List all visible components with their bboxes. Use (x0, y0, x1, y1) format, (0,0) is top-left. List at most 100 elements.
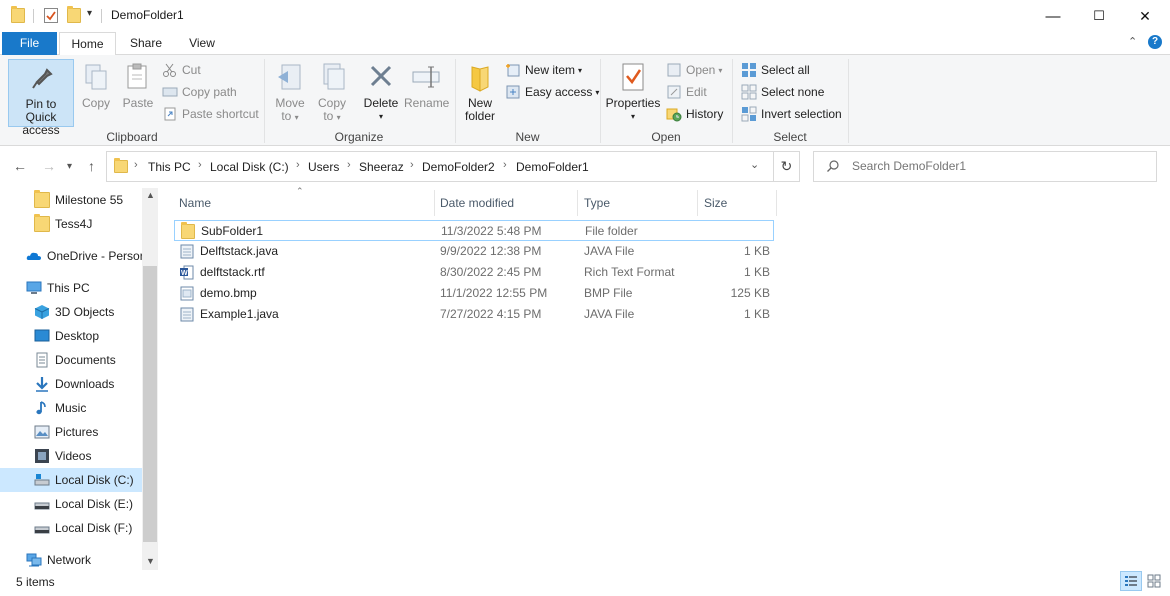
maximize-button[interactable]: ☐ (1076, 0, 1122, 32)
breadcrumb-separator-icon[interactable]: › (410, 159, 414, 171)
search-icon (826, 159, 840, 176)
properties-check-icon[interactable] (44, 8, 58, 23)
nav-item-music[interactable]: Music (0, 396, 142, 420)
pin-to-quick-access-button[interactable]: Pin to Quick access (8, 59, 74, 137)
rename-button[interactable]: Rename (404, 59, 449, 127)
nav-item-milestone-55[interactable]: Milestone 55 (0, 188, 142, 212)
nav-item-pictures[interactable]: Pictures (0, 420, 142, 444)
scroll-up-icon[interactable]: ▲ (146, 190, 155, 200)
collapse-ribbon-icon[interactable]: ⌃ (1128, 35, 1137, 48)
videos-icon (34, 448, 50, 464)
nav-item-3d-objects[interactable]: 3D Objects (0, 300, 142, 324)
nav-item-local-disk-f[interactable]: Local Disk (F:) (0, 516, 142, 540)
new-folder-icon[interactable] (67, 6, 81, 23)
breadcrumb-this-pc[interactable]: This PC (148, 160, 191, 174)
refresh-button[interactable]: ↻ (774, 151, 800, 182)
breadcrumb-demofolder2[interactable]: DemoFolder2 (422, 160, 495, 174)
copy-to-button[interactable]: Copy to ▾ (314, 59, 350, 127)
tab-file[interactable]: File (2, 32, 57, 55)
nav-item-downloads[interactable]: Downloads (0, 372, 142, 396)
nav-item-network[interactable]: Network (0, 548, 142, 572)
new-folder-button[interactable]: New folder (461, 59, 499, 127)
copy-button[interactable]: Copy (78, 59, 114, 127)
forward-arrow-icon[interactable]: → (42, 158, 56, 174)
nav-item-this-pc[interactable]: This PC (0, 276, 142, 300)
nav-item-local-disk-c[interactable]: Local Disk (C:) (0, 468, 142, 492)
search-input[interactable] (850, 158, 1140, 174)
select-none-button[interactable]: Select none (741, 82, 824, 102)
address-bar[interactable]: › This PC › Local Disk (C:) › Users › Sh… (106, 151, 774, 182)
properties-button[interactable]: Properties ▾ (605, 59, 661, 127)
up-arrow-icon[interactable]: ↑ (88, 158, 95, 174)
folder-icon (181, 222, 195, 239)
3d-objects-icon (34, 304, 50, 320)
column-divider[interactable] (577, 190, 578, 216)
pictures-icon (34, 424, 50, 440)
close-button[interactable]: ✕ (1122, 0, 1168, 32)
tab-view[interactable]: View (178, 32, 226, 55)
breadcrumb-separator-icon[interactable]: › (347, 159, 351, 171)
paste-label: Paste (122, 96, 154, 110)
nav-item-label: 3D Objects (55, 305, 115, 319)
select-all-button[interactable]: Select all (741, 60, 810, 80)
documents-icon (34, 352, 50, 368)
edit-icon (666, 84, 682, 100)
scrollbar-thumb[interactable] (143, 266, 157, 542)
nav-item-documents[interactable]: Documents (0, 348, 142, 372)
breadcrumb-users[interactable]: Users (308, 160, 339, 174)
breadcrumb-local-disk-c[interactable]: Local Disk (C:) (210, 160, 289, 174)
edit-button[interactable]: Edit (666, 82, 707, 102)
breadcrumb-sheeraz[interactable]: Sheeraz (359, 160, 404, 174)
new-item-button[interactable]: New item ▾ (505, 60, 582, 80)
ribbon: Pin to Quick access Copy Paste Cut Copy … (0, 55, 1170, 146)
file-row[interactable]: Example1.java 7/27/2022 4:15 PM JAVA Fil… (174, 304, 774, 325)
recent-locations-chevron-icon[interactable]: ▾ (67, 161, 72, 172)
nav-item-videos[interactable]: Videos (0, 444, 142, 468)
column-header-size[interactable]: Size (704, 190, 774, 216)
column-header-name[interactable]: Name (179, 190, 434, 216)
nav-item-onedrive[interactable]: OneDrive - Persor (0, 244, 142, 268)
nav-item-local-disk-e[interactable]: Local Disk (E:) (0, 492, 142, 516)
column-divider[interactable] (697, 190, 698, 216)
file-row[interactable]: demo.bmp 11/1/2022 12:55 PM BMP File 125… (174, 283, 774, 304)
file-row[interactable]: SubFolder1 11/3/2022 5:48 PM File folder (174, 220, 774, 241)
address-history-chevron-icon[interactable]: ⌄ (750, 158, 759, 171)
minimize-button[interactable]: — (1030, 0, 1076, 32)
column-divider[interactable] (776, 190, 777, 216)
invert-selection-button[interactable]: Invert selection (741, 104, 842, 124)
nav-item-desktop[interactable]: Desktop (0, 324, 142, 348)
move-to-button[interactable]: Move to ▾ (272, 59, 308, 127)
history-button[interactable]: History (666, 104, 723, 124)
breadcrumb-separator-icon[interactable]: › (503, 159, 507, 171)
open-button[interactable]: Open ▾ (666, 60, 722, 80)
copy-to-label-2: to ▾ (314, 110, 350, 124)
column-divider[interactable] (434, 190, 435, 216)
tab-home[interactable]: Home (59, 32, 116, 56)
file-date: 7/27/2022 4:15 PM (440, 307, 542, 321)
scroll-down-icon[interactable]: ▼ (146, 556, 155, 566)
tab-share[interactable]: Share (122, 32, 170, 55)
breadcrumb-separator-icon[interactable]: › (296, 159, 300, 171)
file-row[interactable]: Delftstack.java 9/9/2022 12:38 PM JAVA F… (174, 241, 774, 262)
breadcrumb-separator-icon[interactable]: › (198, 159, 202, 171)
select-group-label: Select (773, 130, 807, 144)
history-label: History (686, 107, 724, 121)
copy-path-button[interactable]: Copy path (162, 82, 237, 102)
easy-access-button[interactable]: Easy access ▾ (505, 82, 599, 102)
column-header-date-modified[interactable]: Date modified (440, 190, 576, 216)
search-box[interactable] (813, 151, 1157, 182)
file-row[interactable]: W delftstack.rtf 8/30/2022 2:45 PM Rich … (174, 262, 774, 283)
details-view-button[interactable] (1120, 571, 1142, 591)
back-arrow-icon[interactable]: ← (13, 158, 27, 174)
paste-shortcut-button[interactable]: Paste shortcut (162, 104, 259, 124)
file-type: Rich Text Format (584, 265, 675, 279)
nav-item-tess4j[interactable]: Tess4J (0, 212, 142, 236)
paste-button[interactable]: Paste (120, 59, 156, 127)
delete-button[interactable]: Delete ▾ (362, 59, 400, 127)
customize-toolbar-icon[interactable]: ▾ (87, 8, 92, 19)
cut-button[interactable]: Cut (162, 60, 201, 80)
column-header-type[interactable]: Type (584, 190, 696, 216)
breadcrumb-demofolder1[interactable]: DemoFolder1 (516, 160, 589, 174)
large-icons-view-button[interactable] (1144, 571, 1164, 591)
help-icon[interactable]: ? (1148, 35, 1162, 49)
